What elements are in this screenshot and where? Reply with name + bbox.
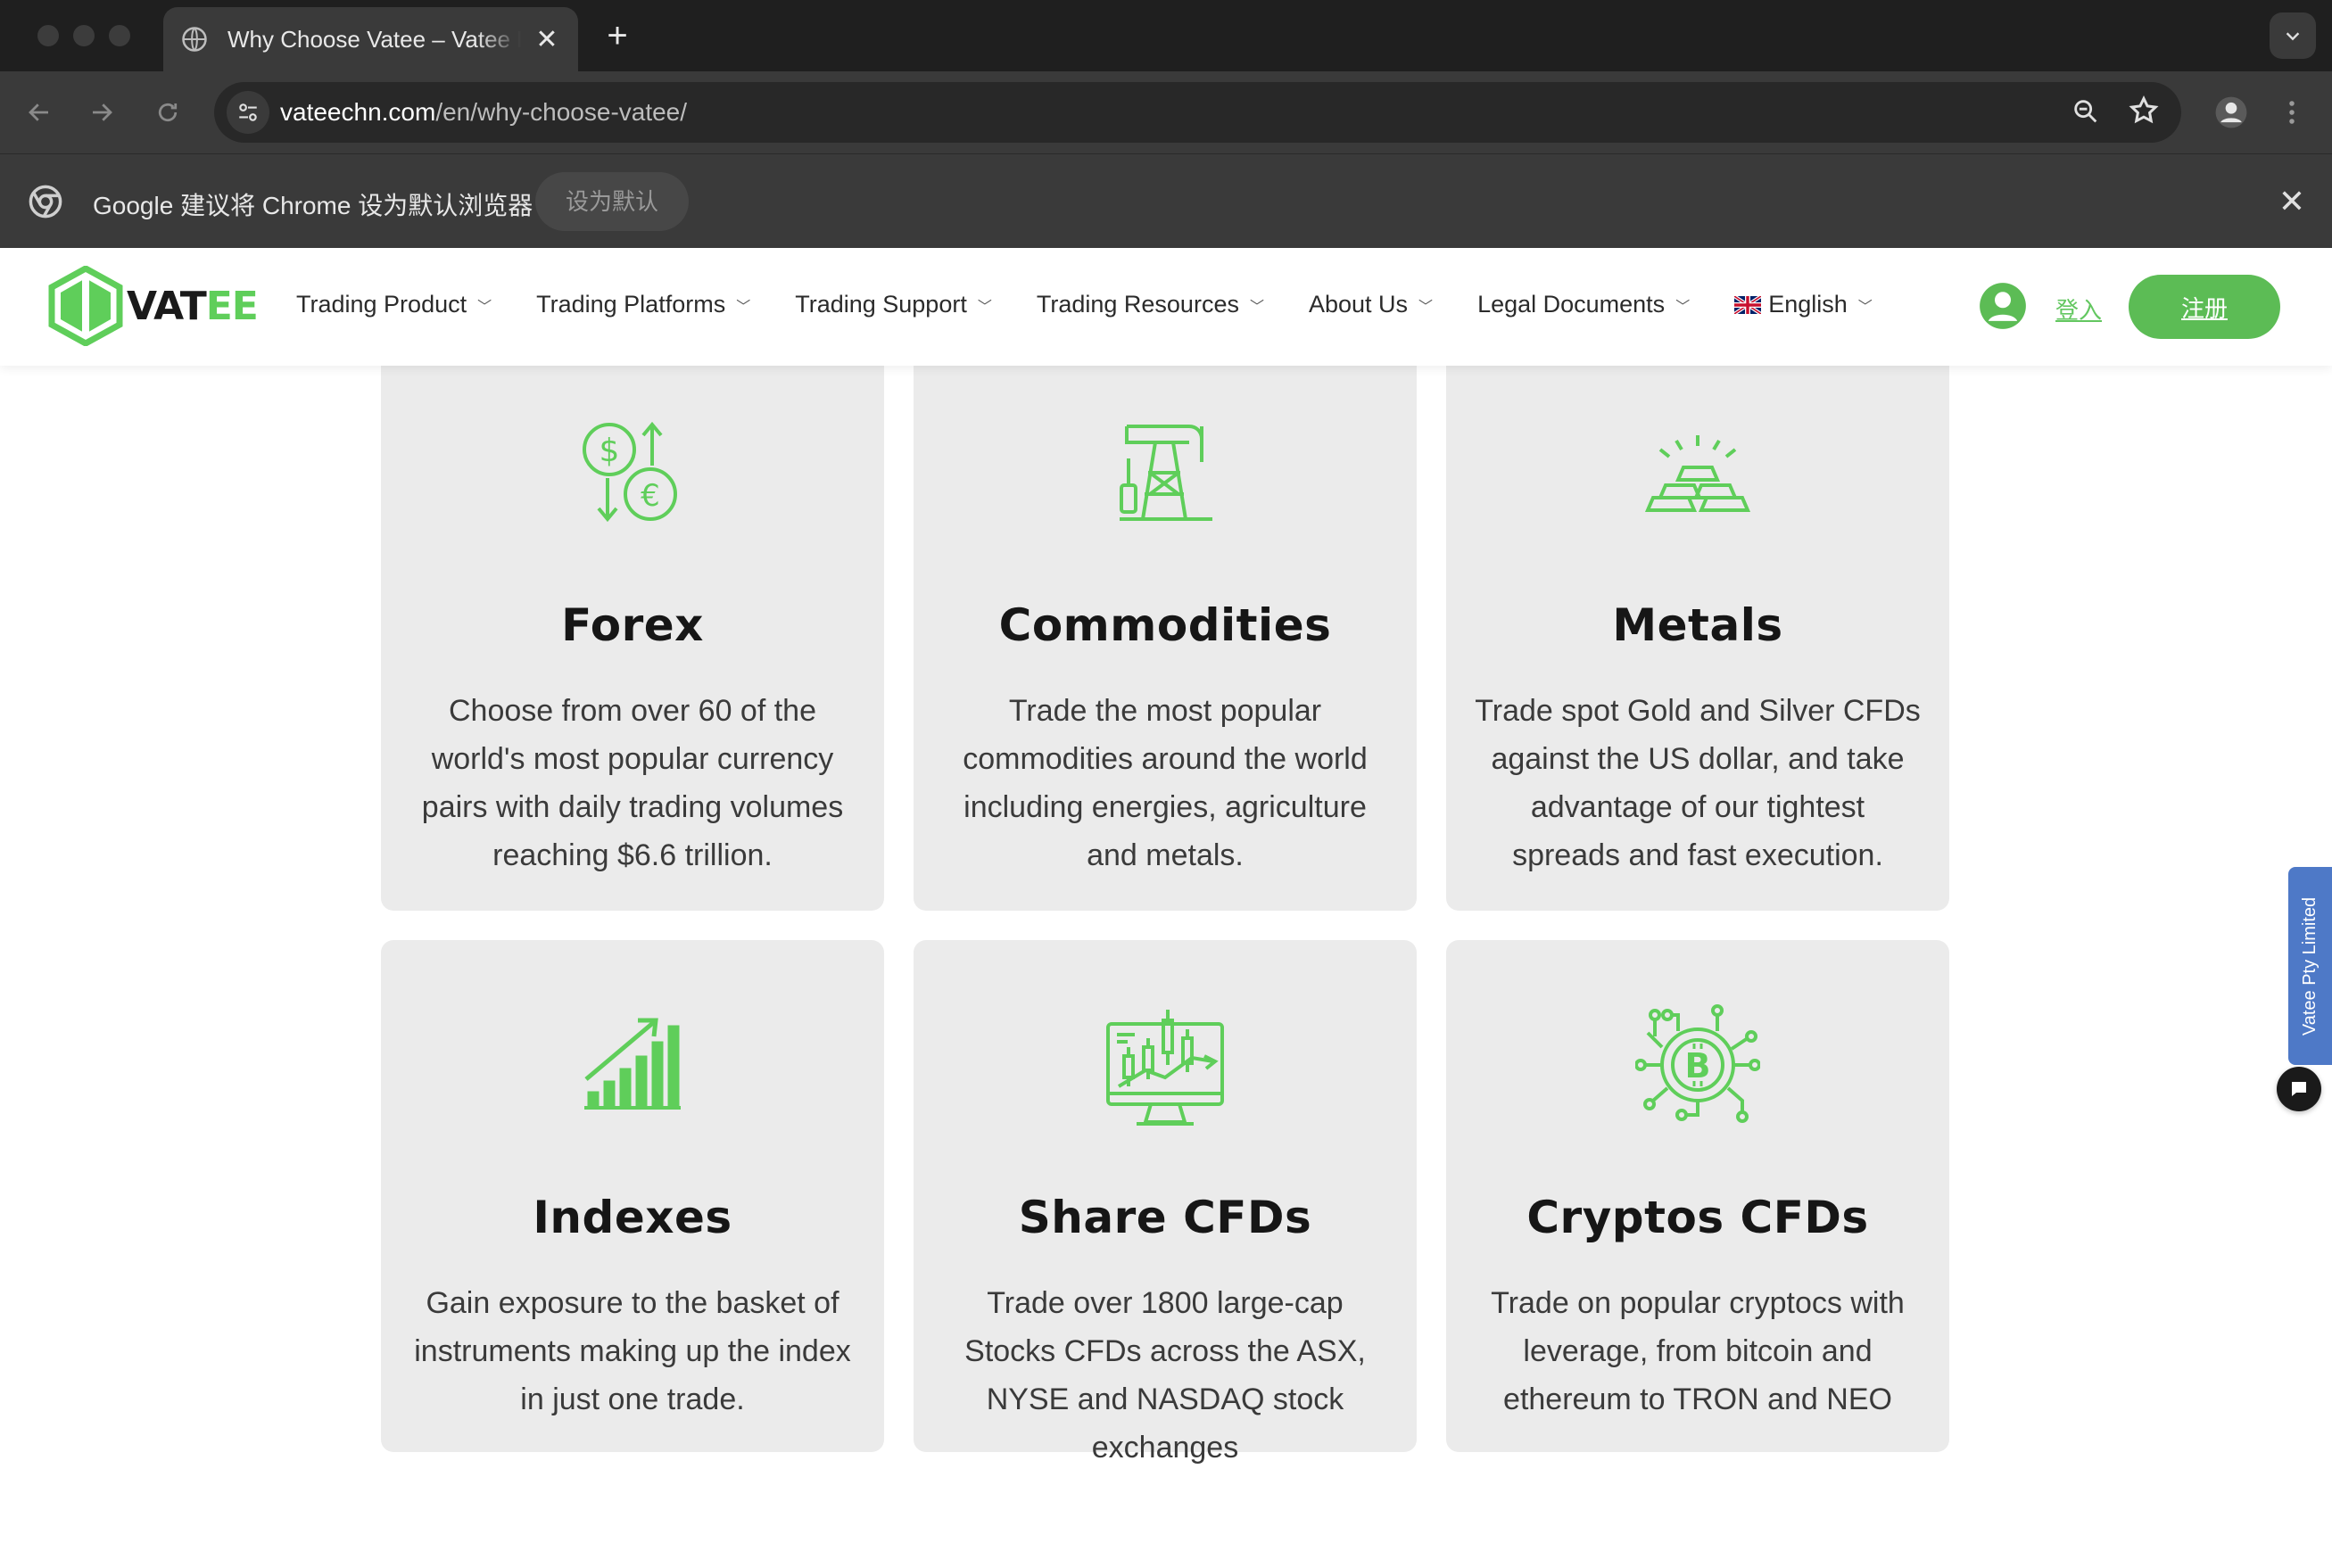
url-host: vateechn.com xyxy=(280,98,436,126)
tab-close-icon[interactable]: ✕ xyxy=(533,24,560,55)
default-browser-infobar: Google 建议将 Chrome 设为默认浏览器 设为默认 ✕ xyxy=(0,153,2332,248)
chrome-logo-icon xyxy=(29,185,62,219)
zoom-icon[interactable] xyxy=(2071,96,2101,131)
card-text: Trade on popular cryptocs with leverage,… xyxy=(1491,1286,1905,1416)
product-card-cryptos-cfds: B Cryptos CFDs Trade on popular cryptocs… xyxy=(1446,940,1949,1452)
chevron-down-icon: ﹀ xyxy=(1418,299,1434,315)
tab-search-button[interactable] xyxy=(2270,12,2316,59)
card-title: Indexes xyxy=(533,1192,732,1243)
nav-trading-resources[interactable]: Trading Resources ﹀ xyxy=(1037,291,1264,318)
site-header: VATEE Trading Product ﹀ Trading Platforms… xyxy=(0,248,2332,366)
url-path: /en/why-choose-vatee/ xyxy=(435,98,688,126)
growth-chart-icon xyxy=(381,1017,884,1110)
stock-monitor-icon xyxy=(914,1004,1417,1127)
globe-icon xyxy=(182,27,207,52)
card-text: Trade spot Gold and Silver CFDs against … xyxy=(1475,694,1921,872)
card-title: Commodities xyxy=(998,599,1332,651)
vatee-logo[interactable]: VATEE xyxy=(48,266,259,346)
window-close-dot[interactable] xyxy=(37,25,59,46)
chevron-down-icon: ﹀ xyxy=(1857,299,1873,315)
svg-text:€: € xyxy=(641,478,660,514)
site-settings-icon[interactable] xyxy=(227,91,269,134)
bitcoin-circuit-icon: B xyxy=(1446,1003,1949,1127)
nav-label: About Us xyxy=(1308,291,1409,318)
nav-label: Trading Product xyxy=(296,291,467,318)
more-menu-icon[interactable] xyxy=(2278,91,2305,134)
url-text[interactable]: vateechn.com/en/why-choose-vatee/ xyxy=(280,98,687,127)
card-text: Trade over 1800 large-cap Stocks CFDs ac… xyxy=(964,1286,1366,1465)
back-icon[interactable] xyxy=(20,93,59,132)
card-title: Cryptos CFDs xyxy=(1526,1192,1869,1243)
chat-icon[interactable] xyxy=(2277,1067,2321,1111)
language-label: English xyxy=(1768,291,1848,318)
window-maximize-dot[interactable] xyxy=(109,25,130,46)
signup-button[interactable]: 注册 xyxy=(2129,275,2280,339)
chevron-down-icon: ﹀ xyxy=(1249,299,1264,315)
login-link[interactable]: 登入 xyxy=(2055,293,2102,326)
logo-text-b: EE xyxy=(205,283,259,329)
new-tab-icon[interactable]: + xyxy=(598,16,637,55)
product-card-forex: $ € Forex Choose from over 60 of the wor… xyxy=(381,332,884,911)
product-card-commodities: Commodities Trade the most popular commo… xyxy=(914,332,1417,911)
card-text: Gain exposure to the basket of instrumen… xyxy=(414,1286,851,1416)
profile-icon[interactable] xyxy=(2210,91,2253,134)
chevron-down-icon: ﹀ xyxy=(1675,299,1691,315)
bookmark-star-icon[interactable] xyxy=(2128,95,2160,131)
card-title: Metals xyxy=(1612,599,1783,651)
chevron-down-icon xyxy=(2286,32,2300,41)
nav-label: Trading Support xyxy=(795,291,967,318)
company-side-tab[interactable]: Vatee Pty Limited xyxy=(2288,867,2332,1065)
infobar-message: Google 建议将 Chrome 设为默认浏览器 xyxy=(93,192,533,219)
svg-text:$: $ xyxy=(600,433,620,469)
product-card-share-cfds: Share CFDs Trade over 1800 large-cap Sto… xyxy=(914,940,1417,1465)
nav-legal-documents[interactable]: Legal Documents ﹀ xyxy=(1477,291,1690,318)
set-default-button[interactable]: 设为默认 xyxy=(535,172,690,231)
gold-bars-icon xyxy=(1446,433,1949,514)
card-text: Choose from over 60 of the world's most … xyxy=(421,694,844,872)
logo-wordmark: VATEE xyxy=(127,283,259,329)
card-text: Trade the most popular commodities aroun… xyxy=(963,694,1368,872)
chevron-down-icon: ﹀ xyxy=(736,299,751,315)
tab-title: Why Choose Vatee – Vatee Pty Limited xyxy=(227,25,521,53)
chevron-down-icon: ﹀ xyxy=(977,299,992,315)
svg-text:B: B xyxy=(1685,1046,1711,1085)
card-title: Forex xyxy=(561,599,704,651)
main-navigation: Trading Product ﹀ Trading Platforms ﹀ Trad… xyxy=(296,291,1873,318)
reload-icon[interactable] xyxy=(148,93,187,132)
user-account-icon[interactable] xyxy=(1979,282,2027,330)
browser-tab-active[interactable]: Why Choose Vatee – Vatee Pty Limited ✕ xyxy=(163,7,578,71)
side-tab-label: Vatee Pty Limited xyxy=(2300,896,2320,1036)
nav-label: Trading Platforms xyxy=(536,291,726,318)
oil-pump-icon xyxy=(914,419,1417,523)
language-selector[interactable]: English ﹀ xyxy=(1734,291,1873,318)
forward-icon[interactable] xyxy=(82,93,121,132)
card-title: Share CFDs xyxy=(1018,1192,1312,1243)
forex-exchange-icon: $ € xyxy=(381,421,884,524)
nav-trading-support[interactable]: Trading Support ﹀ xyxy=(795,291,992,318)
product-card-indexes: Indexes Gain exposure to the basket of i… xyxy=(381,940,884,1452)
address-bar[interactable]: vateechn.com/en/why-choose-vatee/ xyxy=(214,82,2181,143)
product-card-metals: Metals Trade spot Gold and Silver CFDs a… xyxy=(1446,332,1949,911)
browser-tab-strip: Why Choose Vatee – Vatee Pty Limited ✕ + xyxy=(0,0,2332,71)
chevron-down-icon: ﹀ xyxy=(477,299,492,315)
nav-label: Legal Documents xyxy=(1477,291,1666,318)
infobar-close-icon[interactable]: ✕ xyxy=(2278,183,2305,220)
browser-toolbar: vateechn.com/en/why-choose-vatee/ xyxy=(0,71,2332,153)
uk-flag-icon xyxy=(1734,295,1762,314)
window-minimize-dot[interactable] xyxy=(73,25,95,46)
hexagon-logo-icon xyxy=(48,266,123,346)
nav-about-us[interactable]: About Us ﹀ xyxy=(1309,291,1433,318)
nav-label: Trading Resources xyxy=(1036,291,1239,318)
logo-text-a: VAT xyxy=(127,283,207,329)
nav-trading-product[interactable]: Trading Product ﹀ xyxy=(296,291,492,318)
nav-trading-platforms[interactable]: Trading Platforms ﹀ xyxy=(536,291,750,318)
